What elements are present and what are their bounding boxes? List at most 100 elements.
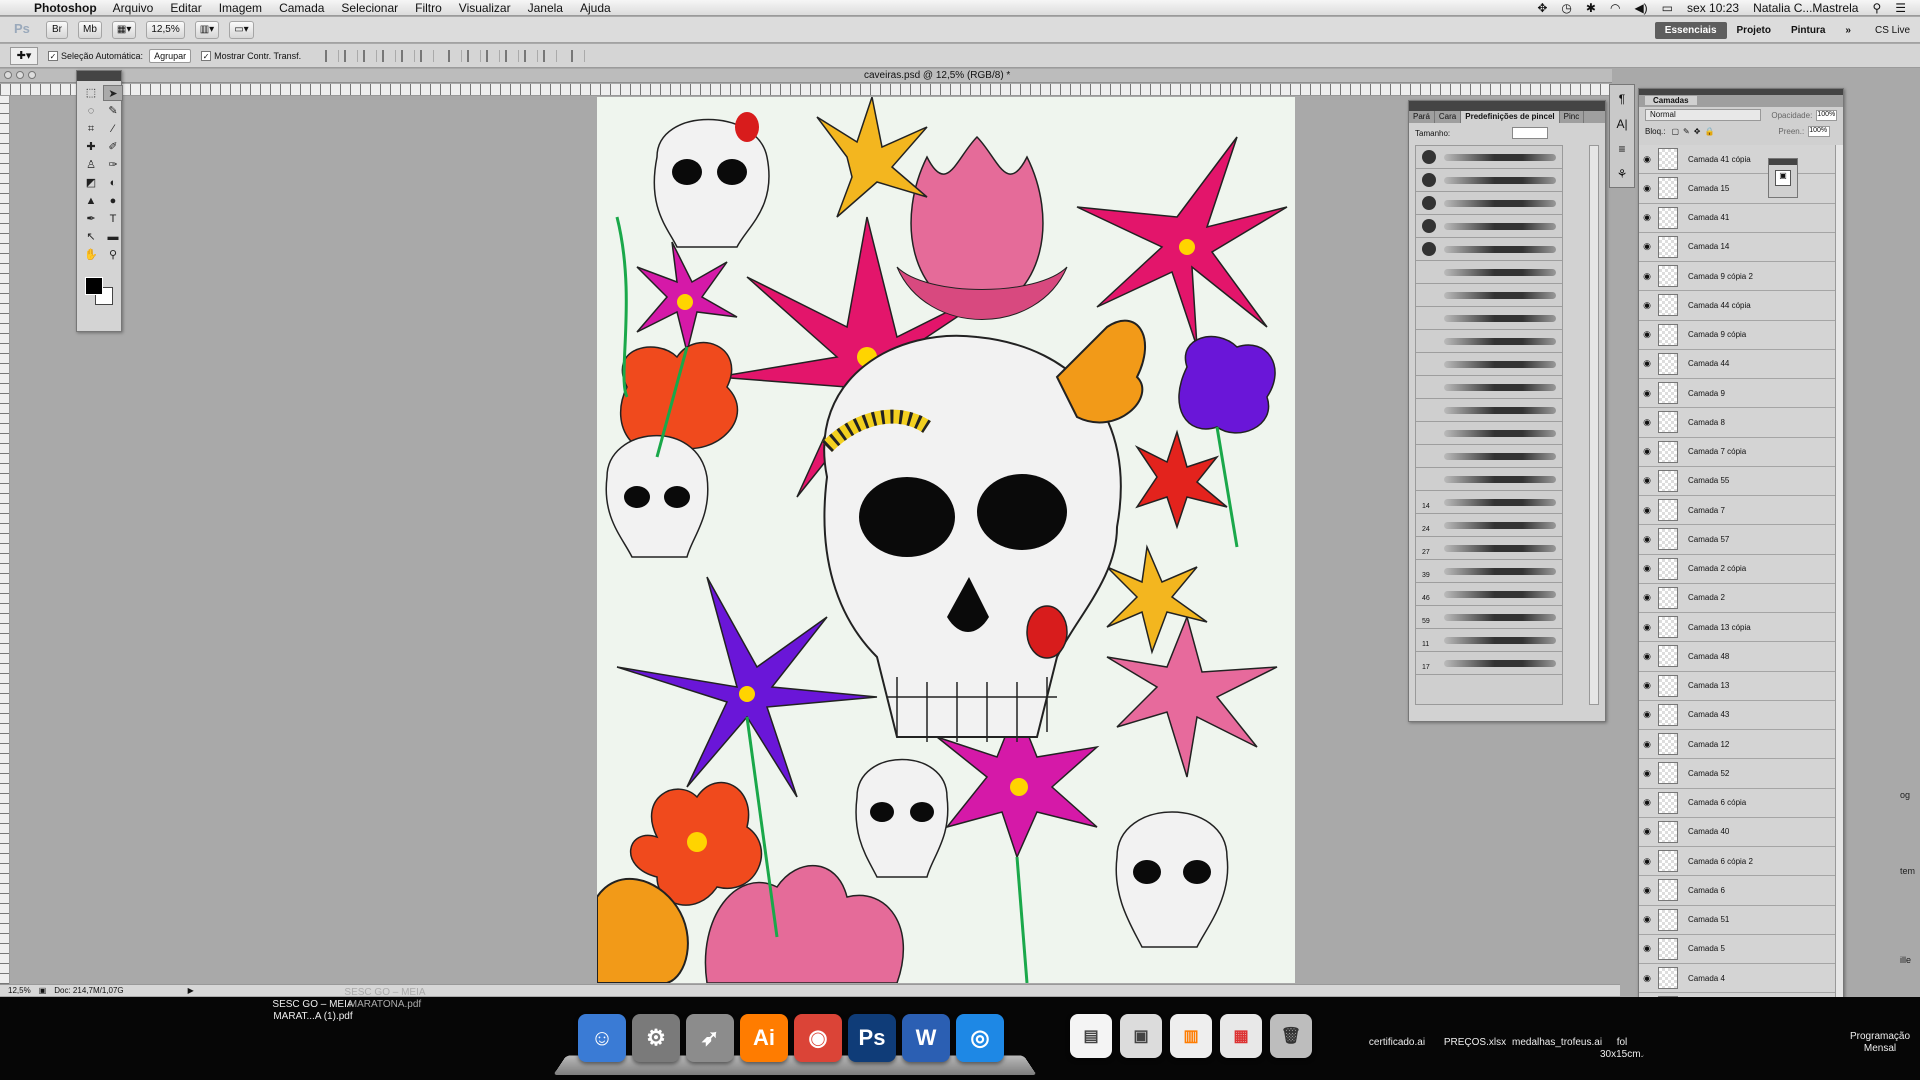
launch-minibridge-button[interactable]: Mb — [78, 20, 102, 39]
layer-visibility-eye-icon[interactable]: ◉ — [1639, 241, 1655, 252]
lock-transparency-icon[interactable]: ▢ — [1671, 127, 1679, 136]
menu-camada[interactable]: Camada — [279, 1, 324, 15]
layer-row[interactable]: ◉ Camada 4 — [1639, 964, 1837, 994]
layer-visibility-eye-icon[interactable]: ◉ — [1639, 563, 1655, 574]
layer-row[interactable]: ◉ Camada 51 — [1639, 905, 1837, 935]
screen-mode-button[interactable]: ▭▾ — [229, 20, 254, 39]
menu-selecionar[interactable]: Selecionar — [341, 1, 398, 15]
brush-preset-row[interactable]: 24 — [1416, 514, 1562, 537]
layer-row[interactable]: ◉ Camada 6 cópia 2 — [1639, 847, 1837, 877]
desktop-file-medalhas[interactable]: medalhas_trofeus.ai — [1512, 1037, 1602, 1049]
battery-icon[interactable]: ▭ — [1662, 1, 1673, 15]
panel-grip[interactable] — [1409, 101, 1605, 111]
zoom-tool-icon[interactable]: ⚲ — [103, 247, 123, 263]
layer-row[interactable]: ◉ Camada 40 — [1639, 817, 1837, 847]
brush-preset-row[interactable] — [1416, 399, 1562, 422]
layer-row[interactable]: ◉ Camada 12 — [1639, 730, 1837, 760]
layer-row[interactable]: ◉ Camada 15 — [1639, 174, 1837, 204]
clone-source-panel-icon[interactable]: ⚘ — [1613, 163, 1631, 185]
lasso-tool-icon[interactable]: ◌ — [81, 103, 101, 119]
document-stack-icon[interactable]: ▤ — [1070, 1014, 1112, 1058]
distribute-left-icon[interactable] — [505, 49, 520, 62]
align-right-icon[interactable] — [420, 49, 435, 62]
brush-preset-row[interactable] — [1416, 146, 1562, 169]
layer-visibility-eye-icon[interactable]: ◉ — [1639, 973, 1655, 984]
layer-visibility-eye-icon[interactable]: ◉ — [1639, 651, 1655, 662]
brush-preset-row[interactable] — [1416, 307, 1562, 330]
distribute-top-icon[interactable] — [448, 49, 463, 62]
layer-visibility-eye-icon[interactable]: ◉ — [1639, 914, 1655, 925]
brush-preset-row[interactable] — [1416, 468, 1562, 491]
fill-field[interactable]: 100% — [1808, 125, 1831, 137]
layer-visibility-eye-icon[interactable]: ◉ — [1639, 417, 1655, 428]
workspace-essenciais[interactable]: Essenciais — [1654, 21, 1727, 39]
status-arrow-icon[interactable]: ▶ — [188, 986, 194, 995]
brush-preset-row[interactable] — [1416, 422, 1562, 445]
layer-row[interactable]: ◉ Camada 41 cópia — [1639, 145, 1837, 175]
brush-preset-row[interactable]: 59 — [1416, 606, 1562, 629]
dock-app-photoshop-icon[interactable]: Ps — [848, 1014, 896, 1062]
layer-row[interactable]: ◉ Camada 43 — [1639, 700, 1837, 730]
character-panel-icon[interactable]: A| — [1613, 113, 1631, 135]
layer-visibility-eye-icon[interactable]: ◉ — [1639, 358, 1655, 369]
desktop-file-folder[interactable]: fol 30x15cm.ai — [1600, 1037, 1644, 1061]
wifi-icon[interactable]: ◠ — [1610, 1, 1620, 15]
layers-scrollbar[interactable] — [1835, 145, 1843, 1041]
workspace-projeto[interactable]: Projeto — [1727, 22, 1781, 39]
brush-preset-row[interactable] — [1416, 284, 1562, 307]
minimized-document-icon[interactable]: ▦ — [1220, 1014, 1262, 1058]
brush-panel-icon[interactable]: ≡ — [1613, 138, 1631, 160]
layer-visibility-eye-icon[interactable]: ◉ — [1639, 534, 1655, 545]
navigator-panel-icon[interactable]: ▣ — [1775, 170, 1791, 186]
layer-row[interactable]: ◉ Camada 6 cópia — [1639, 788, 1837, 818]
layer-visibility-eye-icon[interactable]: ◉ — [1639, 739, 1655, 750]
menu-filtro[interactable]: Filtro — [415, 1, 442, 15]
layer-row[interactable]: ◉ Camada 5 — [1639, 934, 1837, 964]
tab-brush-presets[interactable]: Predefinições de pincel — [1461, 111, 1560, 123]
minimized-illustrator-icon[interactable]: ▥ — [1170, 1014, 1212, 1058]
brush-preset-row[interactable] — [1416, 215, 1562, 238]
lock-pixels-icon[interactable]: ✎ — [1683, 127, 1690, 136]
layer-row[interactable]: ◉ Camada 52 — [1639, 759, 1837, 789]
menu-editar[interactable]: Editar — [170, 1, 201, 15]
layer-row[interactable]: ◉ Camada 44 — [1639, 349, 1837, 379]
volume-icon[interactable]: ◀) — [1634, 1, 1647, 15]
lock-position-icon[interactable]: ✥ — [1694, 127, 1701, 136]
brush-preset-row[interactable]: 11 — [1416, 629, 1562, 652]
close-icon[interactable] — [4, 71, 12, 79]
desktop-file-programacao[interactable]: Programação Mensal — [1840, 1031, 1920, 1055]
move-tool-preset[interactable]: ✚▾ — [10, 46, 38, 65]
dock-app-illustrator-icon[interactable]: Ai — [740, 1014, 788, 1062]
quick-select-tool-icon[interactable]: ✎ — [103, 103, 123, 119]
window-preview-icon[interactable]: ▣ — [1120, 1014, 1162, 1058]
align-middle-icon[interactable] — [344, 49, 359, 62]
brush-preset-row[interactable]: 14 — [1416, 491, 1562, 514]
layer-row[interactable]: ◉ Camada 2 cópia — [1639, 554, 1837, 584]
brush-preset-row[interactable]: 17 — [1416, 652, 1562, 675]
brush-preset-row[interactable]: 46 — [1416, 583, 1562, 606]
align-left-icon[interactable] — [382, 49, 397, 62]
pen-tool-icon[interactable]: ✒ — [81, 211, 101, 227]
menu-imagem[interactable]: Imagem — [219, 1, 262, 15]
layer-visibility-eye-icon[interactable]: ◉ — [1639, 680, 1655, 691]
trash-icon[interactable]: 🗑 — [1270, 1014, 1312, 1058]
auto-select-mode-select[interactable]: Agrupar — [149, 48, 192, 63]
brush-list-scrollbar[interactable] — [1589, 145, 1599, 705]
layer-row[interactable]: ◉ Camada 48 — [1639, 642, 1837, 672]
layer-row[interactable]: ◉ Camada 7 — [1639, 496, 1837, 526]
layer-visibility-eye-icon[interactable]: ◉ — [1639, 622, 1655, 633]
status-zoom[interactable]: 12,5% — [8, 986, 31, 995]
tab-brush[interactable]: Pinc — [1560, 111, 1585, 123]
dock-app-finder-icon[interactable]: ☺ — [578, 1014, 626, 1062]
crop-tool-icon[interactable]: ⌗ — [81, 121, 101, 137]
brush-tool-icon[interactable]: ✐ — [103, 139, 123, 155]
brush-preset-row[interactable] — [1416, 192, 1562, 215]
healing-brush-tool-icon[interactable]: ✚ — [81, 139, 101, 155]
layer-visibility-eye-icon[interactable]: ◉ — [1639, 300, 1655, 311]
layer-row[interactable]: ◉ Camada 13 — [1639, 671, 1837, 701]
bluetooth-icon[interactable]: ✱ — [1586, 1, 1596, 15]
layer-visibility-eye-icon[interactable]: ◉ — [1639, 446, 1655, 457]
type-tool-icon[interactable]: T — [103, 211, 123, 227]
layer-row[interactable]: ◉ Camada 7 cópia — [1639, 437, 1837, 467]
brush-preset-row[interactable]: 27 — [1416, 537, 1562, 560]
